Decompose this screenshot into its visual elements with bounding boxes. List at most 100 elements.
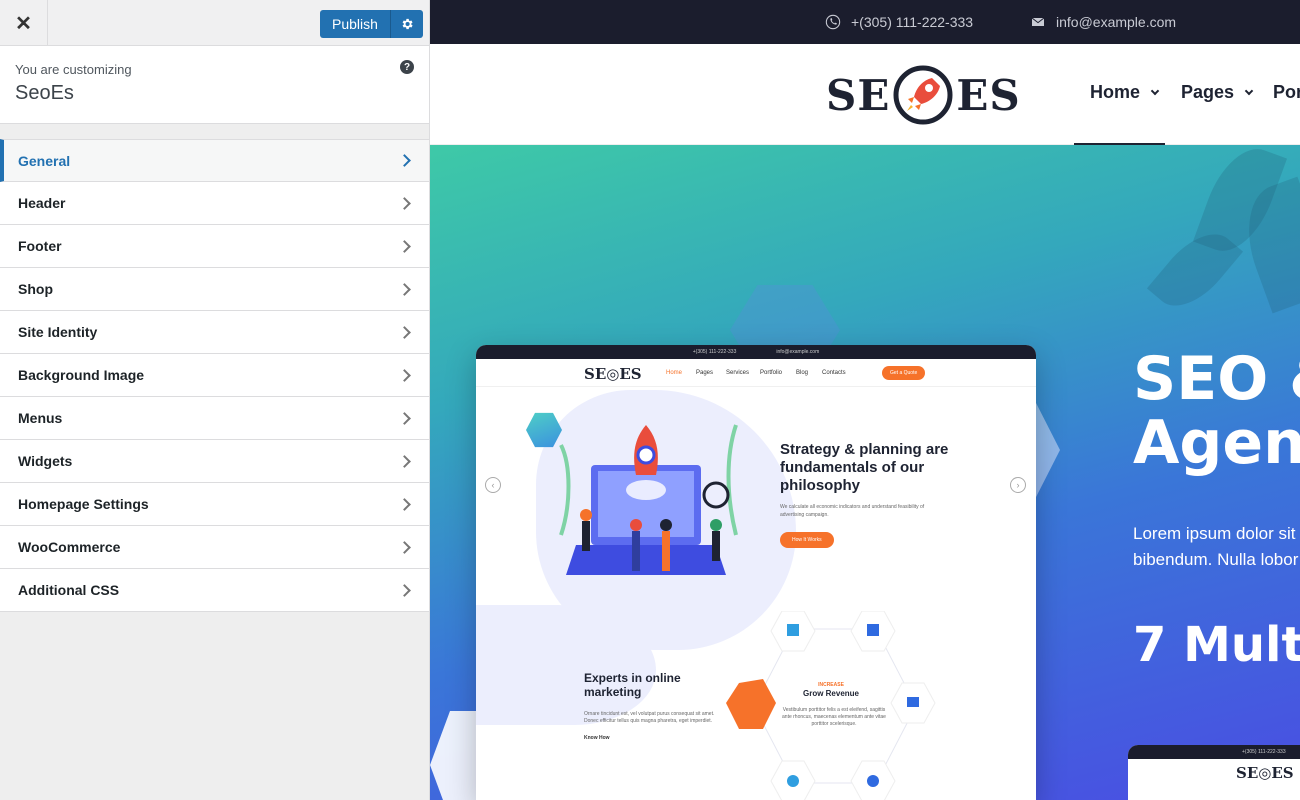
mockup-know-link: Know How (584, 735, 610, 741)
section-woocommerce[interactable]: WooCommerce (0, 526, 429, 569)
slider-next-icon: › (1010, 477, 1026, 493)
mockup-cta-button: How It Works (780, 532, 834, 548)
mockup-nav-item: Blog (796, 370, 809, 376)
section-label: Site Identity (18, 324, 98, 340)
section-general[interactable]: General (0, 139, 429, 182)
chevron-right-icon (398, 454, 411, 468)
customizer-sidebar: ✕ Publish You are customizing SeoEs ? Ge… (0, 0, 430, 800)
preview-topbar: +(305) 111-222-333 info@example.com (430, 0, 1300, 44)
mockup-section-text: Ornare tincidunt est, vel volutpat purus… (584, 711, 715, 724)
mockup-email: info@example.com (776, 349, 820, 355)
mockup-phone: +(305) 111-222-333 (692, 349, 737, 355)
section-menus[interactable]: Menus (0, 397, 429, 440)
mockup-nav-item: Pages (696, 370, 714, 376)
help-icon[interactable]: ? (400, 60, 414, 74)
topbar-email[interactable]: info@example.com (1030, 0, 1176, 44)
mockup-quote-button: Get a Quote (882, 366, 926, 380)
mockup-logo: SE◎ES (584, 365, 642, 383)
mockup-header: SE◎ES Home Pages Services Portfolio Blog… (476, 359, 1036, 387)
section-additional-css[interactable]: Additional CSS (0, 569, 429, 612)
nav-label: Home (1090, 82, 1141, 102)
mockup-nav-item: Home (666, 370, 683, 376)
topbar-phone[interactable]: +(305) 111-222-333 (825, 0, 973, 44)
mockup-nav-item: Services (726, 370, 750, 376)
section-footer[interactable]: Footer (0, 225, 429, 268)
section-shop[interactable]: Shop (0, 268, 429, 311)
customizing-label: You are customizing (15, 62, 132, 77)
mockup-paragraph: We calculate all economic indicators and… (780, 504, 925, 518)
section-label: WooCommerce (18, 539, 121, 555)
section-background-image[interactable]: Background Image (0, 354, 429, 397)
section-list: General Header Footer Shop Site Identity… (0, 139, 429, 612)
hero-subtitle: 7 Multi (1133, 617, 1300, 673)
slider-prev-icon: ‹ (485, 477, 501, 493)
section-label: Header (18, 195, 66, 211)
nav-active-underline (1074, 143, 1165, 145)
mockup-phone: +(305) 111-222-333 (1242, 749, 1286, 755)
chevron-right-icon (398, 497, 411, 511)
chevron-right-icon (398, 411, 411, 425)
chevron-right-icon (398, 540, 411, 554)
phone-icon (825, 14, 841, 30)
preview-header: SE ES Home Pages Por (430, 44, 1300, 145)
site-preview: +(305) 111-222-333 info@example.com SE E… (430, 0, 1300, 800)
section-label: Additional CSS (18, 582, 120, 598)
mockup-section-title: Experts in online marketing (584, 671, 681, 699)
publish-button[interactable]: Publish (320, 10, 391, 38)
demo-mockup[interactable]: +(305) 111-222-333 info@example.com SE◎E… (476, 345, 1036, 800)
section-label: General (18, 152, 71, 169)
section-label: Homepage Settings (18, 496, 149, 512)
mockup-topbar: +(305) 111-222-333 (1128, 745, 1300, 759)
rocket-illustration (559, 424, 738, 575)
chevron-right-icon (398, 154, 411, 167)
email-text: info@example.com (1056, 14, 1177, 30)
gear-icon (402, 18, 413, 30)
publish-group: Publish (320, 10, 423, 38)
chevron-right-icon (398, 282, 411, 296)
services-hex-diagram (726, 611, 936, 800)
close-button[interactable]: ✕ (0, 0, 48, 46)
mockup-topbar: +(305) 111-222-333 info@example.com (476, 345, 1036, 359)
mockup-headline: Strategy & planning are fundamentals of … (780, 441, 949, 494)
rocket-logo-icon (893, 65, 953, 125)
logo-text-left: SE (826, 70, 891, 120)
section-widgets[interactable]: Widgets (0, 440, 429, 483)
mockup-nav-item: Contacts (822, 370, 846, 376)
hero-section: SEO &Agenc Lorem ipsum dolor sitbibendum… (430, 145, 1300, 800)
chevron-right-icon (398, 239, 411, 253)
mockup-logo: SE◎ES (1236, 764, 1294, 782)
logo-text-right: ES (956, 70, 1021, 120)
hero-title: SEO &Agenc (1133, 344, 1300, 478)
mockup-grow-title: Grow Revenue (802, 689, 859, 698)
nav-pages[interactable]: Pages (1181, 82, 1254, 103)
section-header[interactable]: Header (0, 182, 429, 225)
nav-home[interactable]: Home (1090, 82, 1160, 103)
site-title: SeoEs (15, 82, 74, 104)
section-homepage-settings[interactable]: Homepage Settings (0, 483, 429, 526)
section-label: Menus (18, 410, 63, 426)
section-site-identity[interactable]: Site Identity (0, 311, 429, 354)
nav-label: Pages (1181, 82, 1235, 102)
nav-portfolio[interactable]: Por (1273, 82, 1300, 103)
publish-settings-button[interactable] (390, 10, 423, 38)
chevron-down-icon (1150, 86, 1160, 95)
chevron-down-icon (1244, 86, 1254, 95)
section-label: Widgets (18, 453, 73, 469)
chevron-right-icon (398, 368, 411, 382)
chevron-right-icon (398, 583, 411, 597)
nav-label: Por (1273, 82, 1300, 102)
envelope-icon (1031, 17, 1045, 26)
hero-description: Lorem ipsum dolor sit bibendum. Nulla lob… (1133, 524, 1299, 569)
customizing-info: You are customizing SeoEs ? (0, 46, 429, 124)
phone-text: +(305) 111-222-333 (851, 14, 974, 30)
demo-mockup-secondary[interactable]: +(305) 111-222-333 SE◎ES (1128, 745, 1300, 800)
mockup-grow-text: Vestibulum porttitor felis a est eleifen… (782, 707, 886, 727)
mockup-increase-label: INCREASE (818, 682, 844, 688)
section-label: Background Image (18, 367, 145, 383)
chevron-right-icon (398, 196, 411, 210)
mockup-nav-item: Portfolio (760, 370, 783, 376)
customizer-header: ✕ Publish (0, 0, 429, 46)
section-label: Shop (18, 281, 53, 297)
site-logo[interactable]: SE ES (826, 64, 1021, 126)
section-label: Footer (18, 238, 62, 254)
